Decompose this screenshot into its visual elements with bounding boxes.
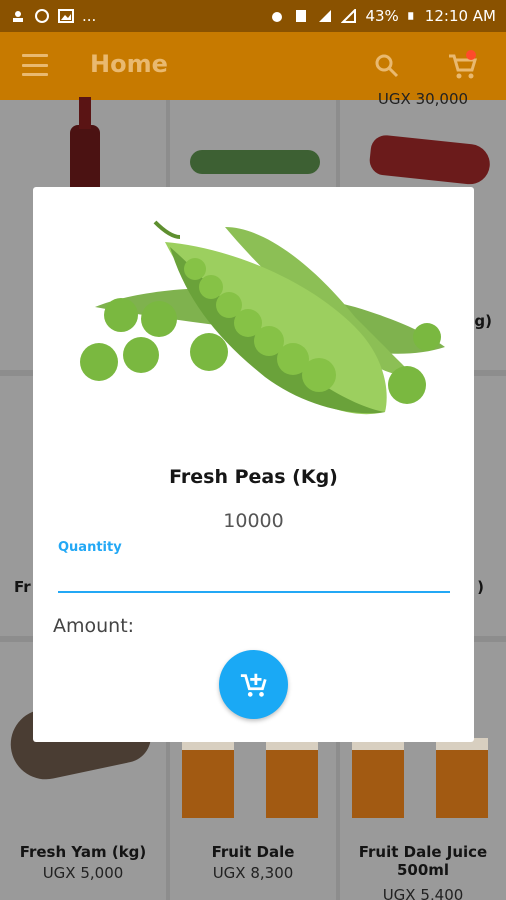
notification-icon: [13, 11, 23, 22]
product-name: Fresh Yam (kg): [19, 843, 147, 861]
product-name: Fruit Dale: [211, 843, 295, 861]
product-name: ): [477, 578, 484, 596]
product-name: g): [474, 312, 492, 330]
product-price: 10000: [223, 510, 284, 532]
product-price: UGX 8,300: [212, 864, 294, 882]
menu-icon[interactable]: [22, 54, 48, 76]
juice-box-image: [266, 738, 318, 818]
product-name: Fruit Dale Juice 500ml: [358, 843, 488, 879]
quantity-input[interactable]: [58, 559, 450, 593]
quantity-label: Quantity: [58, 540, 122, 555]
add-to-cart-button[interactable]: [219, 650, 288, 719]
greens-image: [190, 150, 320, 174]
product-name: Fr: [14, 578, 31, 596]
status-overflow: ...: [82, 7, 97, 25]
battery-level: 43%: [365, 7, 399, 25]
cart-badge: [466, 50, 476, 60]
whatsapp-icon: [35, 9, 49, 23]
juice-box-image: [352, 738, 404, 818]
add-shopping-cart-icon: [240, 673, 267, 697]
status-time: 12:10 AM: [424, 7, 496, 25]
chili-image: [368, 133, 492, 187]
cart-icon[interactable]: [446, 50, 478, 82]
peas-image: [80, 220, 445, 415]
product-price: UGX 5,000: [42, 864, 124, 882]
status-left: ...: [10, 7, 96, 25]
product-title: Fresh Peas (Kg): [169, 466, 338, 488]
product-price: UGX 5,400: [382, 886, 464, 900]
battery-icon: [408, 12, 414, 20]
status-bar: ... 43% 12:10 AM: [0, 0, 506, 32]
product-price: UGX 30,000: [377, 90, 469, 108]
signal-icon: [319, 10, 332, 22]
network-icon: [341, 9, 357, 23]
alarm-icon: [272, 12, 283, 22]
status-right: 43% 12:10 AM: [269, 7, 496, 25]
search-icon[interactable]: [374, 53, 400, 79]
juice-box-image: [182, 738, 234, 818]
gallery-icon: [58, 9, 74, 23]
juice-box-image: [436, 738, 488, 818]
sim-icon: [296, 10, 307, 22]
page-title: Home: [90, 50, 168, 78]
amount-label: Amount:: [53, 615, 135, 637]
product-dialog: Fresh Peas (Kg) 10000 Quantity Amount:: [33, 187, 474, 742]
